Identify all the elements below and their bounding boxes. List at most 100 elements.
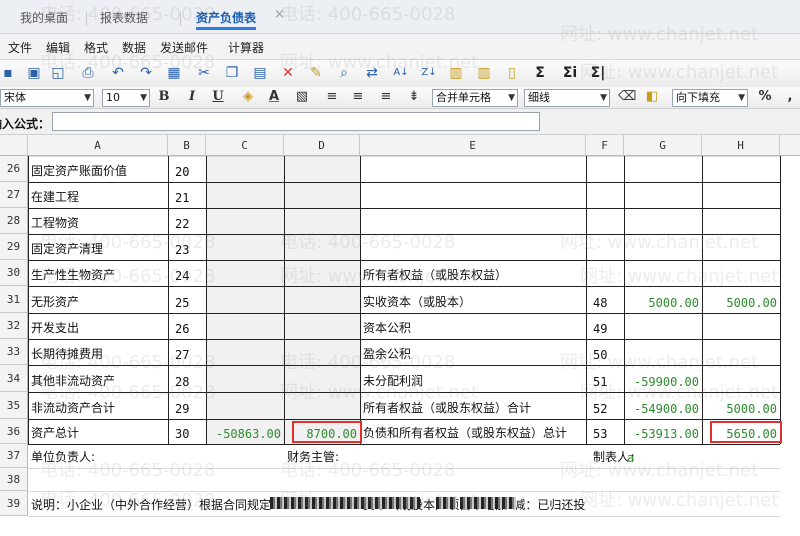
cell-f31[interactable]: 48	[586, 286, 624, 313]
eraser-icon[interactable]: ⌫	[618, 89, 636, 105]
column-header-h[interactable]: H	[702, 135, 780, 156]
cell-a39[interactable]: 说明：小企业（中外合作经营）根据合同规定	[28, 491, 271, 516]
row-header-26[interactable]: 26	[0, 156, 28, 182]
cell-f36[interactable]: 53	[586, 419, 624, 444]
cell-c36[interactable]: -50863.00	[206, 419, 284, 444]
cell-g34[interactable]: -59900.00	[624, 365, 702, 392]
column-header-d[interactable]: D	[284, 135, 360, 156]
row-header-31[interactable]: 31	[0, 286, 28, 313]
cell-h35[interactable]: 5000.00	[702, 392, 780, 419]
menu-edit[interactable]: 编辑	[46, 39, 70, 56]
paste-icon[interactable]: ▤	[252, 65, 268, 81]
cut-icon[interactable]: ✂	[196, 65, 212, 81]
tab-balance-sheet[interactable]: 资产负债表	[196, 8, 257, 30]
cell-b32[interactable]: 26	[168, 313, 206, 339]
cell-d37[interactable]: 财务主管:	[284, 444, 360, 468]
sum-cols-icon[interactable]: Σ|	[588, 65, 608, 81]
cell-a33[interactable]: 长期待摊费用	[28, 339, 168, 365]
copy-icon[interactable]: ❐	[224, 65, 240, 81]
cell-a36[interactable]: 资产总计	[28, 419, 168, 444]
border-style-icon[interactable]: ▧	[294, 89, 310, 105]
cell-e35[interactable]: 所有者权益（或股东权益）合计	[360, 392, 586, 419]
cell-a35[interactable]: 非流动资产合计	[28, 392, 168, 419]
document-icon[interactable]: ▯	[504, 65, 520, 81]
underline-button[interactable]: U	[210, 89, 226, 105]
menu-calculator[interactable]: 计算器	[228, 39, 264, 56]
cell-a32[interactable]: 开发支出	[28, 313, 168, 339]
sort-desc-icon[interactable]: Z↓	[418, 65, 440, 81]
cell-e34[interactable]: 未分配利润	[360, 365, 586, 392]
find-icon[interactable]: ⌕	[336, 65, 352, 81]
cell-b30[interactable]: 24	[168, 260, 206, 286]
column-header-a[interactable]: A	[28, 135, 168, 156]
format-brush-icon[interactable]: ✎	[308, 65, 324, 81]
save-icon[interactable]: ▪	[0, 65, 16, 81]
formula-input[interactable]	[52, 112, 540, 131]
cell-a27[interactable]: 在建工程	[28, 182, 168, 208]
cell-g37[interactable]: a	[624, 444, 702, 468]
delete-icon[interactable]: ✕	[280, 65, 296, 81]
row-header-30[interactable]: 30	[0, 260, 28, 286]
percent-button[interactable]: %	[756, 89, 774, 105]
clipboard2-icon[interactable]: ▥	[476, 65, 492, 81]
insert-icon[interactable]: ◧	[644, 89, 660, 105]
row-header-32[interactable]: 32	[0, 313, 28, 339]
spreadsheet-grid[interactable]: ABCDEFGH 26 固定资产账面价值 20 27 在建工程 21 28 工程物资 22 29 固…	[0, 135, 800, 536]
redo-icon[interactable]: ↷	[138, 65, 154, 81]
cell-b34[interactable]: 28	[168, 365, 206, 392]
print-icon[interactable]: ⎙	[80, 65, 96, 81]
cell-a26[interactable]: 固定资产账面价值	[28, 156, 168, 182]
cell-b35[interactable]: 29	[168, 392, 206, 419]
row-header-37[interactable]: 37	[0, 444, 28, 468]
cell-b26[interactable]: 20	[168, 156, 206, 182]
cell-b31[interactable]: 25	[168, 286, 206, 313]
row-header-39[interactable]: 39	[0, 491, 28, 516]
comma-style-button[interactable]: ,	[782, 89, 798, 105]
font-size-select[interactable]: 10 ▼	[102, 89, 150, 107]
row-header-33[interactable]: 33	[0, 339, 28, 365]
tab-my-desktop[interactable]: 我的桌面	[20, 8, 68, 30]
cell-b29[interactable]: 23	[168, 234, 206, 260]
cell-a31[interactable]: 无形资产	[28, 286, 168, 313]
cell-f34[interactable]: 51	[586, 365, 624, 392]
align-center-icon[interactable]: ≡	[350, 89, 366, 105]
cell-e36[interactable]: 负债和所有者权益（或股东权益）总计	[360, 419, 586, 444]
cell-e31[interactable]: 实收资本（或股本）	[360, 286, 586, 313]
cell-a30[interactable]: 生产性生物资产	[28, 260, 168, 286]
cell-g31[interactable]: 5000.00	[624, 286, 702, 313]
cell-e33[interactable]: 盈余公积	[360, 339, 586, 365]
cell-a28[interactable]: 工程物资	[28, 208, 168, 234]
print-preview-icon[interactable]: ◱	[50, 65, 66, 81]
column-header-f[interactable]: F	[586, 135, 624, 156]
clipboard-icon[interactable]: ▥	[448, 65, 464, 81]
cell-f32[interactable]: 49	[586, 313, 624, 339]
cell-b27[interactable]: 21	[168, 182, 206, 208]
select-all-corner[interactable]	[0, 135, 28, 156]
menu-file[interactable]: 文件	[8, 39, 32, 56]
column-header-c[interactable]: C	[206, 135, 284, 156]
row-header-28[interactable]: 28	[0, 208, 28, 234]
save-as-icon[interactable]: ▣	[26, 65, 42, 81]
cell-b28[interactable]: 22	[168, 208, 206, 234]
cell-g36[interactable]: -53913.00	[624, 419, 702, 444]
sum-rows-icon[interactable]: Σi	[560, 65, 580, 81]
close-icon[interactable]: ×	[274, 7, 285, 22]
cell-g35[interactable]: -54900.00	[624, 392, 702, 419]
cell-e30[interactable]: 所有者权益（或股东权益）	[360, 260, 586, 286]
font-family-select[interactable]: 宋体 ▼	[0, 89, 94, 107]
font-color-button[interactable]: A	[266, 89, 282, 105]
row-header-35[interactable]: 35	[0, 392, 28, 419]
align-right-icon[interactable]: ≡	[378, 89, 394, 105]
cell-a37[interactable]: 单位负责人:	[28, 444, 168, 468]
cell-e32[interactable]: 资本公积	[360, 313, 586, 339]
row-header-36[interactable]: 36	[0, 419, 28, 444]
cell-h31[interactable]: 5000.00	[702, 286, 780, 313]
grid-icon[interactable]: ▦	[166, 65, 182, 81]
row-header-29[interactable]: 29	[0, 234, 28, 260]
italic-button[interactable]: I	[184, 89, 200, 105]
cell-f33[interactable]: 50	[586, 339, 624, 365]
sort-asc-icon[interactable]: A↓	[390, 65, 412, 81]
cell-a34[interactable]: 其他非流动资产	[28, 365, 168, 392]
column-header-b[interactable]: B	[168, 135, 206, 156]
tab-report-data[interactable]: 报表数据	[100, 8, 148, 30]
